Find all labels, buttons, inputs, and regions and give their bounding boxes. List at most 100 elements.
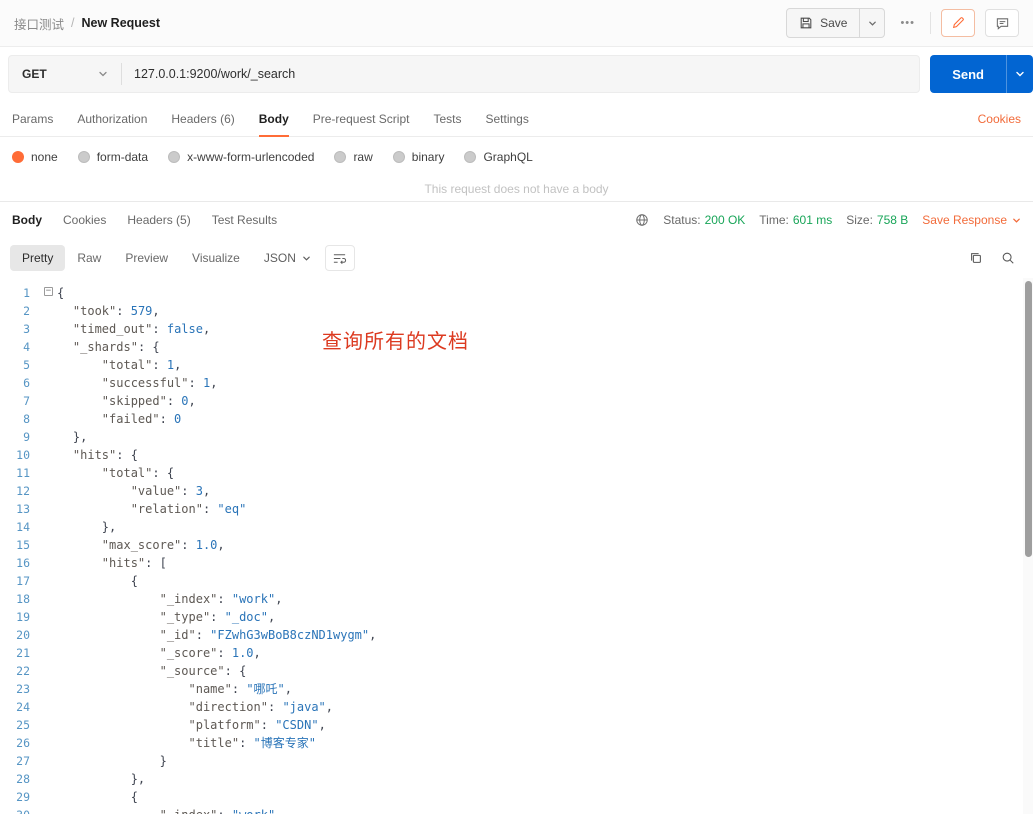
status-badge: Status: 200 OK [663,213,745,227]
method-dropdown[interactable]: GET [9,56,121,92]
body-type-row: none form-data x-www-form-urlencoded raw… [0,137,1033,175]
url-input[interactable] [122,56,920,92]
code-line: 14 }, [0,518,1033,536]
line-number: 30 [0,806,44,814]
breadcrumb-separator: / [71,16,75,30]
tab-authorization[interactable]: Authorization [77,101,147,136]
save-options-button[interactable] [859,9,884,37]
tab-body[interactable]: Body [258,101,289,137]
radio-label: binary [411,150,445,164]
vertical-scrollbar[interactable] [1023,278,1033,814]
line-number: 22 [16,664,30,678]
format-label: JSON [263,251,296,265]
radio-label: raw [353,150,373,164]
tab-headers[interactable]: Headers (6) [171,101,234,136]
send-button[interactable]: Send [930,55,1006,93]
tab-pre-request-script[interactable]: Pre-request Script [313,101,410,136]
line-number: 27 [16,754,30,768]
time-badge: Time: 601 ms [759,213,832,227]
code-line: 29 { [0,788,1033,806]
radio-graphql[interactable]: GraphQL [464,150,533,164]
line-number: 11 [16,466,30,480]
code-line: 13 "relation": "eq" [0,500,1033,518]
code-line: 23 "name": "哪吒", [0,680,1033,698]
radio-unselected-icon [334,151,347,163]
radio-unselected-icon [77,151,90,163]
method-label: GET [22,67,47,81]
line-number: 20 [16,628,30,642]
cookies-link[interactable]: Cookies [978,112,1021,126]
network-globe-icon[interactable] [635,213,649,227]
send-button-group: Send [930,55,1033,93]
response-tab-cookies[interactable]: Cookies [63,213,106,227]
breadcrumb-collection[interactable]: 接口测试 [14,14,64,33]
radio-raw[interactable]: raw [334,150,373,164]
breadcrumb-request-name: New Request [81,16,161,30]
header-actions: Save ••• [786,8,1019,38]
view-tab-pretty[interactable]: Pretty [10,245,66,271]
response-body-viewer: 1−{2 "took": 579, 3 "timed_out": false, 4 … [0,278,1033,814]
tab-params[interactable]: Params [12,101,53,136]
size-label: Size: [846,213,873,227]
send-options-button[interactable] [1006,55,1033,93]
code-line: 9 }, [0,428,1033,446]
radio-selected-icon [12,151,24,163]
comments-button[interactable] [985,9,1019,37]
view-tab-visualize[interactable]: Visualize [180,245,252,271]
app-header: 接口测试 / New Request Save ••• [0,0,1033,47]
view-tab-preview[interactable]: Preview [113,245,180,271]
line-number: 23 [16,682,30,696]
code-line: 7 "skipped": 0, [0,392,1033,410]
copy-button[interactable] [969,251,983,265]
radio-binary[interactable]: binary [392,150,445,164]
status-value: 200 OK [704,213,746,227]
status-label: Status: [663,213,701,227]
line-number: 14 [16,520,30,534]
save-icon [799,16,813,30]
comment-icon [995,16,1010,31]
line-number: 10 [16,448,30,462]
line-number: 29 [16,790,30,804]
radio-unselected-icon [392,151,405,163]
code-line: 6 "successful": 1, [0,374,1033,392]
tab-tests[interactable]: Tests [433,101,461,136]
radio-none[interactable]: none [12,150,58,164]
save-response-button[interactable]: Save Response [922,213,1021,227]
size-value: 758 B [876,213,909,227]
line-number: 13 [16,502,30,516]
response-tab-body[interactable]: Body [12,213,42,227]
radio-label: none [31,150,58,164]
wrap-text-icon [332,251,347,266]
toolbar-right-icons [969,251,1023,265]
edit-request-button[interactable] [941,9,975,37]
radio-label: x-www-form-urlencoded [187,150,315,164]
response-toolbar: Pretty Raw Preview Visualize JSON [0,238,1033,278]
line-number: 4 [23,340,30,354]
response-tab-headers[interactable]: Headers (5) [127,213,190,227]
line-number: 12 [16,484,30,498]
code-line: 19 "_type": "_doc", [0,608,1033,626]
radio-form-data[interactable]: form-data [77,150,148,164]
tab-settings[interactable]: Settings [485,101,528,136]
save-button[interactable]: Save [787,9,859,37]
scrollbar-thumb[interactable] [1025,281,1032,557]
chevron-down-icon [868,19,877,28]
code-lines: 1−{2 "took": 579, 3 "timed_out": false, 4 … [0,284,1033,814]
radio-x-www-form-urlencoded[interactable]: x-www-form-urlencoded [168,150,314,164]
more-options-button[interactable]: ••• [895,17,920,29]
code-line: 18 "_index": "work", [0,590,1033,608]
search-button[interactable] [1001,251,1015,265]
radio-label: GraphQL [483,150,533,164]
wrap-text-button[interactable] [324,245,355,271]
code-line: 21 "_score": 1.0, [0,644,1033,662]
line-number: 24 [16,700,30,714]
radio-unselected-icon [464,151,477,163]
response-meta: Status: 200 OK Time: 601 ms Size: 758 B … [635,213,1021,227]
save-response-label: Save Response [922,213,1007,227]
view-tab-raw[interactable]: Raw [65,245,113,271]
format-dropdown[interactable]: JSON [264,251,311,265]
annotation-text: 查询所有的文档 [322,329,469,353]
header-divider [930,12,931,34]
response-tab-test-results[interactable]: Test Results [212,213,277,227]
code-line: 22 "_source": { [0,662,1033,680]
